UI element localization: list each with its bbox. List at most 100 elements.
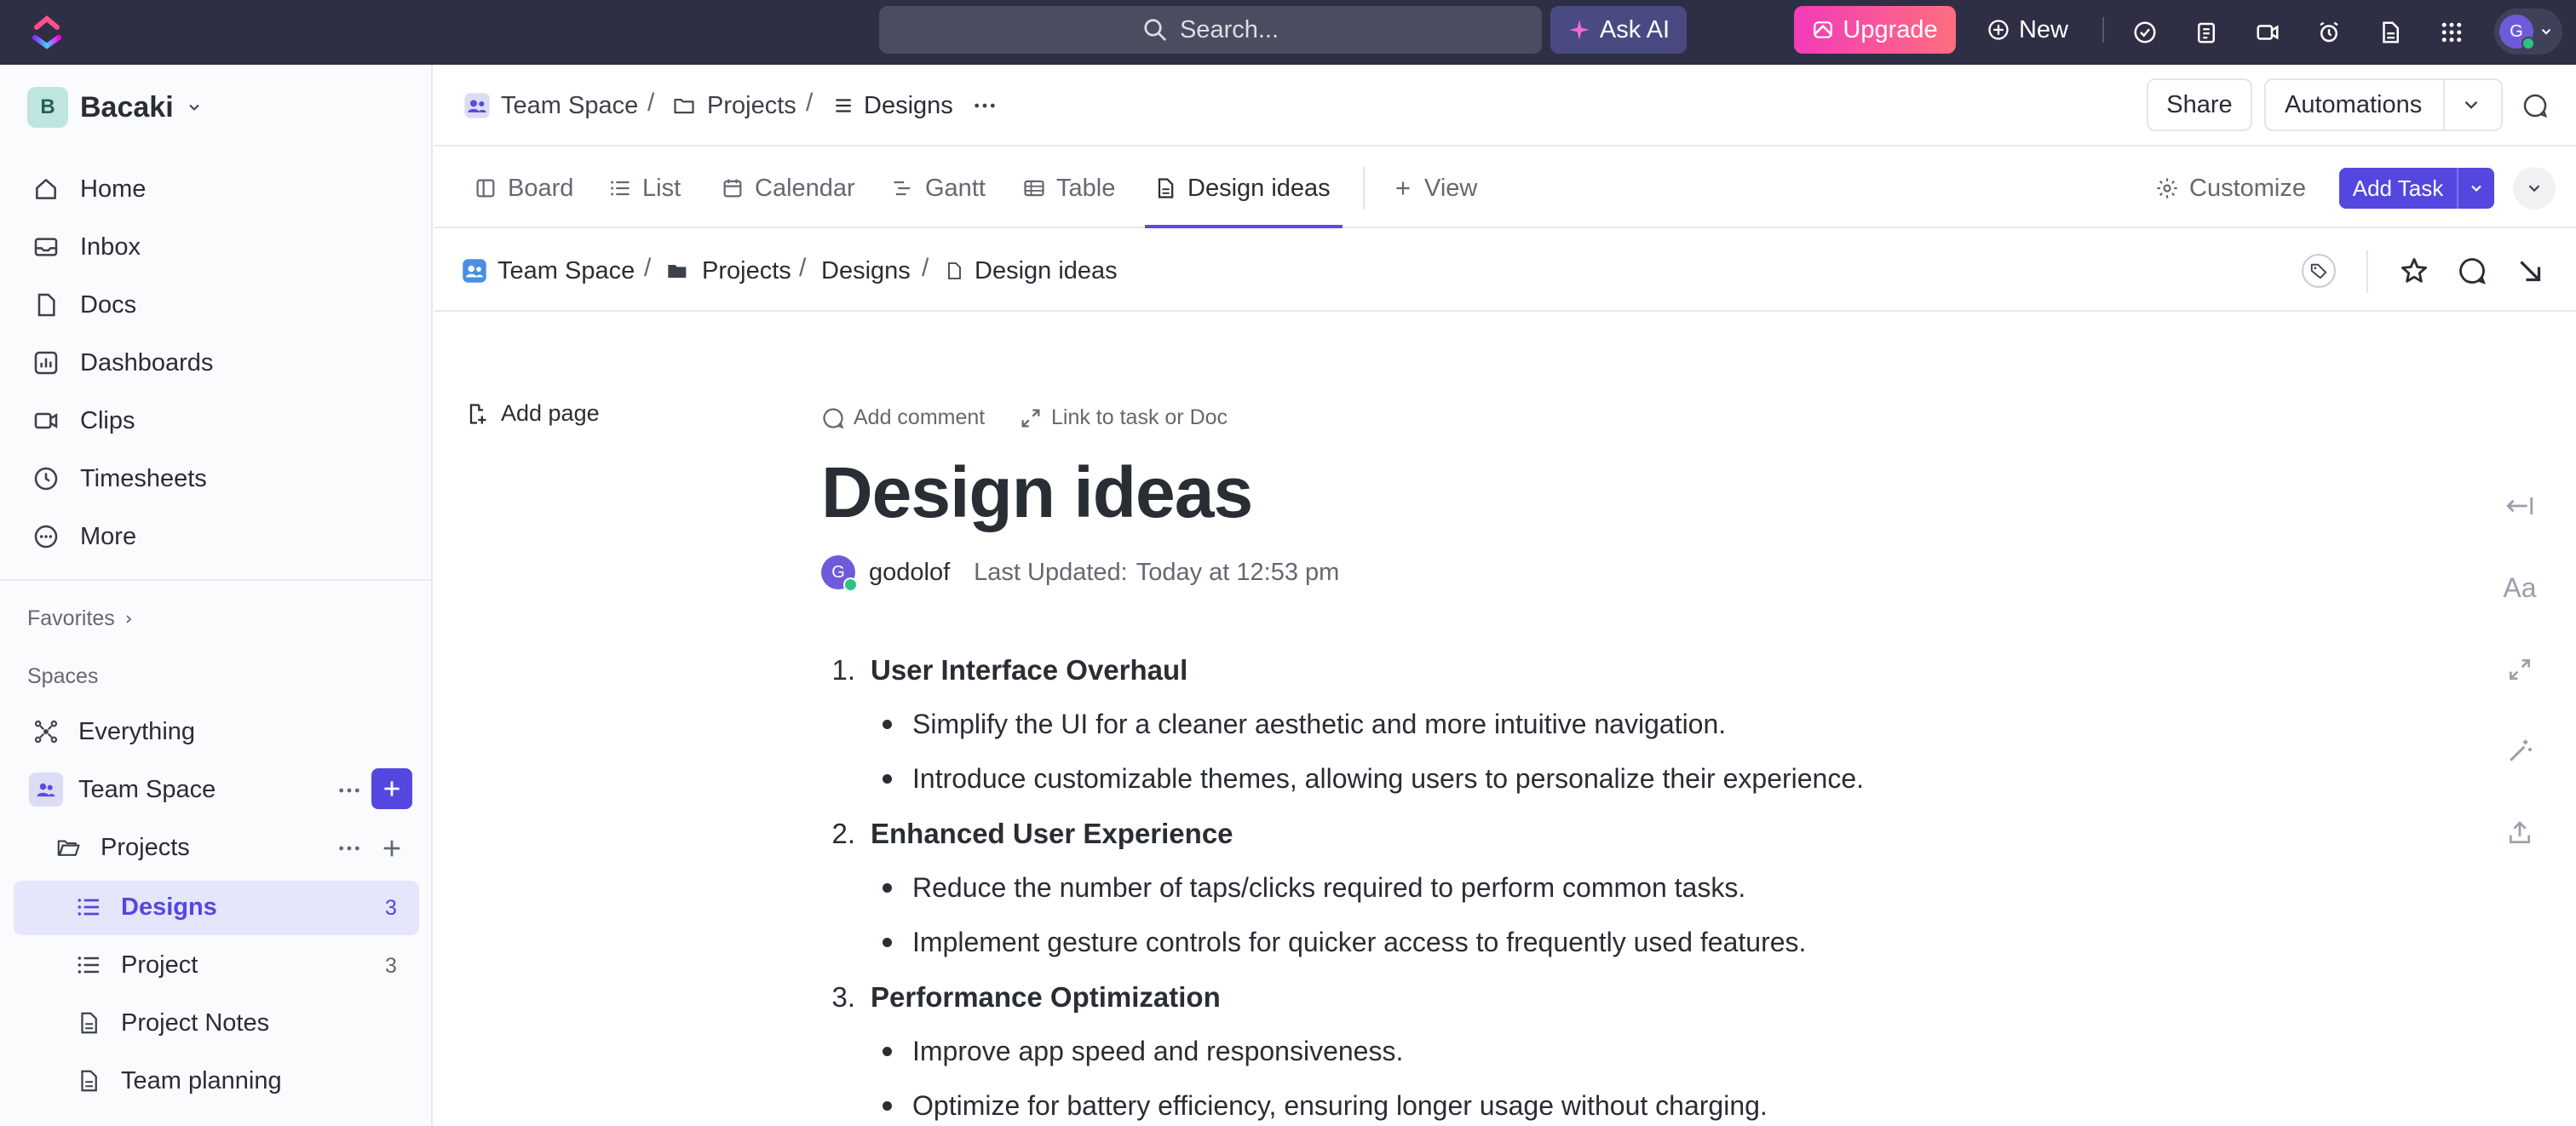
automations-label: Automations bbox=[2285, 90, 2423, 118]
link-arrows-icon[interactable] bbox=[2501, 651, 2539, 688]
comment-icon[interactable] bbox=[2457, 256, 2487, 286]
doc-breadcrumb-team-space[interactable]: Team Space bbox=[462, 230, 635, 312]
list-item[interactable]: Introduce customizable themes, allowing … bbox=[883, 763, 1864, 795]
tab-label: Design ideas bbox=[1187, 174, 1331, 202]
collapse-left-icon[interactable] bbox=[2501, 487, 2539, 525]
list-item[interactable]: Simplify the UI for a cleaner aesthetic … bbox=[883, 709, 1726, 740]
sidebar-item-clips[interactable]: Clips bbox=[31, 397, 135, 445]
team-space-add-button[interactable] bbox=[371, 768, 412, 809]
minimize-arrow-icon[interactable] bbox=[2515, 256, 2545, 286]
sidebar-item-designs[interactable]: Designs bbox=[73, 881, 217, 934]
section-heading: User Interface Overhaul bbox=[871, 654, 1188, 686]
list-section-heading[interactable]: 3. Performance Optimization bbox=[831, 981, 1220, 1014]
add-comment-button[interactable]: Add comment bbox=[821, 405, 985, 430]
list-item[interactable]: Reduce the number of taps/clicks require… bbox=[883, 872, 1745, 904]
ask-ai-button[interactable]: Ask AI bbox=[1550, 6, 1687, 54]
document-icon[interactable] bbox=[2373, 15, 2407, 49]
breadcrumb-label: Designs bbox=[864, 91, 953, 119]
doc-breadcrumb-design-ideas[interactable]: Design ideas bbox=[944, 230, 1118, 312]
sidebar-item-team-space[interactable]: Team Space bbox=[29, 763, 216, 816]
list-section-heading[interactable]: 1. User Interface Overhaul bbox=[831, 654, 1187, 687]
breadcrumb-separator: / bbox=[799, 254, 807, 282]
sidebar-item-inbox[interactable]: Inbox bbox=[31, 223, 141, 271]
doc-meta: G godolof Last Updated: Today at 12:53 p… bbox=[821, 555, 1339, 592]
team-space-more-icon[interactable] bbox=[336, 777, 363, 804]
video-icon[interactable] bbox=[2251, 15, 2285, 49]
list-number: 2. bbox=[831, 818, 855, 849]
magic-wand-icon[interactable] bbox=[2501, 732, 2539, 770]
sidebar-item-label: Project Notes bbox=[121, 1008, 270, 1037]
add-task-button[interactable]: Add Task bbox=[2339, 168, 2494, 209]
list-options-icon[interactable] bbox=[971, 92, 998, 119]
upgrade-button[interactable]: Upgrade bbox=[1794, 6, 1956, 54]
breadcrumb-projects[interactable]: Projects bbox=[671, 65, 796, 146]
doc-breadcrumb-designs[interactable]: Designs bbox=[821, 230, 911, 312]
top-bar: Search... Ask AI Upgrade New G bbox=[0, 0, 2576, 65]
tab-table[interactable]: Table bbox=[1022, 148, 1115, 228]
list-section-heading[interactable]: 2. Enhanced User Experience bbox=[831, 818, 1233, 850]
apps-grid-icon[interactable] bbox=[2435, 15, 2469, 49]
typography-button[interactable]: Aa bbox=[2501, 569, 2539, 606]
tab-list[interactable]: List bbox=[608, 148, 681, 228]
alarm-clock-icon[interactable] bbox=[2312, 15, 2346, 49]
sidebar-item-home[interactable]: Home bbox=[31, 165, 146, 213]
collapse-header-button[interactable] bbox=[2513, 167, 2556, 210]
designs-count: 3 bbox=[385, 896, 397, 920]
location-header: Team Space / Projects / Designs Share Au… bbox=[434, 65, 2576, 146]
new-button[interactable]: New bbox=[1981, 6, 2073, 54]
clickup-logo-icon[interactable] bbox=[31, 14, 63, 49]
check-circle-icon[interactable] bbox=[2128, 15, 2162, 49]
tab-gantt[interactable]: Gantt bbox=[891, 148, 986, 228]
tab-label: Table bbox=[1056, 174, 1116, 202]
doc-icon bbox=[944, 260, 964, 282]
share-button[interactable]: Share bbox=[2147, 78, 2252, 131]
active-tab-indicator bbox=[1145, 225, 1343, 228]
tab-board[interactable]: Board bbox=[474, 148, 573, 228]
sidebar-item-team-planning[interactable]: Team planning bbox=[73, 1054, 282, 1107]
add-task-label: Add Task bbox=[2352, 175, 2444, 201]
comment-icon[interactable] bbox=[2521, 92, 2549, 119]
export-icon[interactable] bbox=[2501, 814, 2539, 852]
sidebar-item-timesheets[interactable]: Timesheets bbox=[31, 455, 207, 503]
chevron-down-icon[interactable] bbox=[2460, 94, 2482, 116]
sidebar-item-dashboards[interactable]: Dashboards bbox=[31, 339, 213, 387]
doc-title[interactable]: Design ideas bbox=[821, 451, 1253, 534]
list-item[interactable]: Implement gesture controls for quicker a… bbox=[883, 927, 1806, 958]
chevron-down-icon[interactable] bbox=[2458, 180, 2494, 197]
favorites-toggle[interactable]: Favorites bbox=[27, 606, 135, 631]
doc-breadcrumb-projects[interactable]: Projects bbox=[664, 230, 791, 312]
workspace-name: Bacaki bbox=[80, 90, 174, 124]
projects-more-icon[interactable] bbox=[336, 835, 363, 862]
notepad-icon[interactable] bbox=[2189, 15, 2223, 49]
star-icon[interactable] bbox=[2399, 256, 2429, 286]
sidebar-item-more[interactable]: More bbox=[31, 513, 136, 560]
sidebar-item-everything[interactable]: Everything bbox=[31, 705, 195, 758]
customize-button[interactable]: Customize bbox=[2155, 148, 2306, 228]
add-page-button[interactable]: Add page bbox=[465, 400, 600, 427]
list-item[interactable]: Improve app speed and responsiveness. bbox=[883, 1036, 1403, 1067]
breadcrumb-team-space[interactable]: Team Space bbox=[463, 65, 638, 146]
sidebar-item-project[interactable]: Project bbox=[73, 939, 198, 991]
sidebar-item-projects[interactable]: Projects bbox=[53, 821, 190, 874]
breadcrumb-designs[interactable]: Designs bbox=[831, 65, 953, 146]
list-number: 3. bbox=[831, 981, 855, 1013]
tag-icon[interactable] bbox=[2302, 254, 2336, 288]
sidebar-item-label: Timesheets bbox=[80, 464, 207, 492]
list-icon bbox=[73, 950, 104, 980]
tab-calendar[interactable]: Calendar bbox=[721, 148, 855, 228]
sidebar-item-docs[interactable]: Docs bbox=[31, 281, 136, 329]
user-menu[interactable]: G bbox=[2494, 9, 2562, 55]
author-name[interactable]: godolof bbox=[869, 559, 950, 587]
chevron-right-icon bbox=[122, 612, 135, 626]
tab-design-ideas[interactable]: Design ideas bbox=[1153, 148, 1331, 228]
link-to-task-button[interactable]: Link to task or Doc bbox=[1019, 405, 1228, 430]
workspace-switcher[interactable]: B Bacaki bbox=[27, 87, 203, 128]
breadcrumb-label: Projects bbox=[702, 256, 791, 284]
sidebar-item-project-notes[interactable]: Project Notes bbox=[73, 997, 269, 1049]
list-number: 1. bbox=[831, 654, 855, 686]
list-item[interactable]: Optimize for battery efficiency, ensurin… bbox=[883, 1090, 1768, 1122]
add-view-button[interactable]: View bbox=[1392, 148, 1477, 228]
projects-add-icon[interactable] bbox=[378, 835, 405, 862]
timesheets-icon bbox=[31, 463, 61, 494]
search-bar[interactable]: Search... bbox=[879, 6, 1542, 54]
